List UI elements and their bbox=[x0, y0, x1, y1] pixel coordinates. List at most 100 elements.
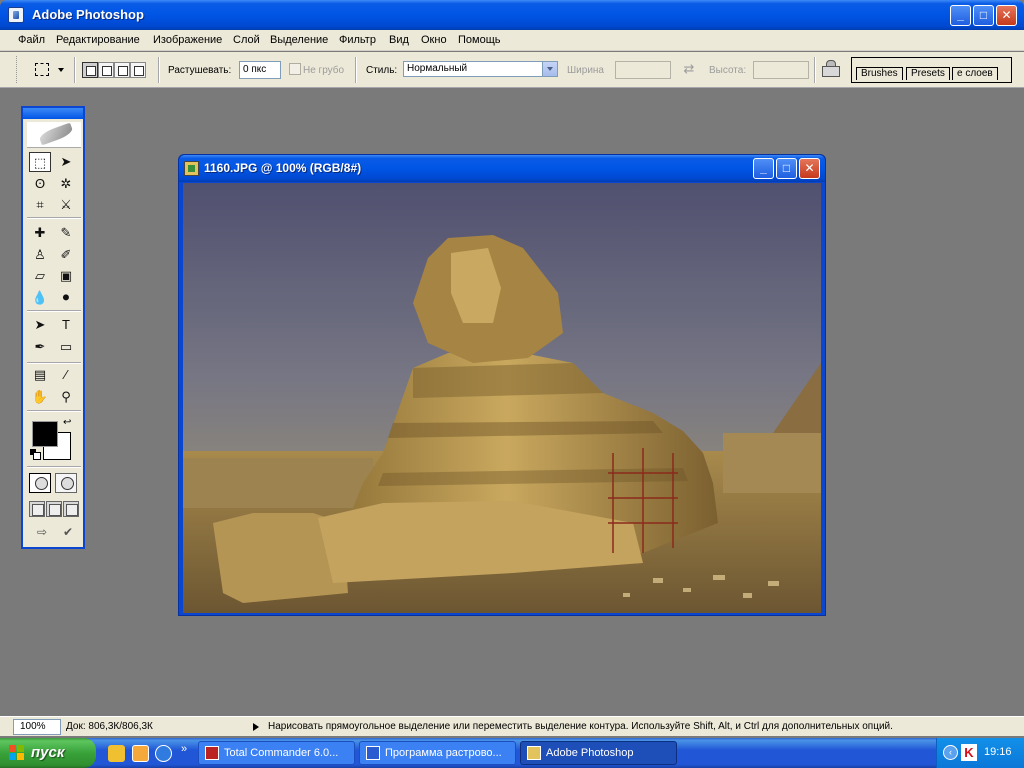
start-button[interactable]: пуск bbox=[0, 738, 96, 768]
tab-brushes[interactable]: Brushes bbox=[856, 67, 903, 80]
maximize-button[interactable]: □ bbox=[973, 5, 994, 26]
style-select[interactable]: Нормальный bbox=[403, 61, 558, 77]
menu-layer[interactable]: Слой bbox=[233, 34, 260, 46]
subtract-from-selection-button[interactable] bbox=[114, 62, 130, 78]
blur-tool[interactable]: 💧 bbox=[29, 288, 51, 308]
magic-wand-tool[interactable]: ✲ bbox=[55, 174, 77, 194]
zoom-tool[interactable]: ⚲ bbox=[55, 387, 77, 407]
document-info[interactable]: Док: 806,3К/806,3К bbox=[66, 721, 153, 732]
chevron-down-icon[interactable] bbox=[542, 62, 557, 76]
menu-file[interactable]: Файл bbox=[18, 34, 45, 46]
task-label: Total Commander 6.0... bbox=[224, 747, 339, 759]
quicklaunch-winamp-icon[interactable] bbox=[108, 745, 125, 762]
eyedropper-tool[interactable]: ⁄ bbox=[55, 365, 77, 385]
hand-tool[interactable]: ✋ bbox=[29, 387, 51, 407]
options-grip[interactable] bbox=[16, 56, 19, 83]
dodge-tool[interactable]: ⚫ bbox=[55, 288, 77, 308]
feather-input[interactable]: 0 пкс bbox=[239, 61, 281, 79]
healing-brush-tool[interactable]: ✚ bbox=[29, 223, 51, 243]
tool-preset-picker[interactable] bbox=[30, 60, 68, 80]
shape-tool[interactable]: ▭ bbox=[55, 337, 77, 357]
swap-colors-icon[interactable]: ↩ bbox=[63, 417, 71, 428]
antialias-checkbox[interactable] bbox=[289, 63, 301, 75]
taskbar: пуск » Total Commander 6.0... Программа … bbox=[0, 738, 1024, 768]
notes-tool[interactable]: ▤ bbox=[29, 365, 51, 385]
file-browser-icon[interactable] bbox=[820, 58, 842, 80]
style-label: Стиль: bbox=[366, 65, 398, 76]
quicklaunch-ie-icon[interactable] bbox=[155, 745, 172, 762]
crop-tool[interactable]: ⌗ bbox=[29, 195, 51, 215]
menu-bar: Файл Редактирование Изображение Слой Выд… bbox=[0, 30, 1024, 51]
lasso-tool[interactable]: ʘ bbox=[29, 174, 51, 194]
photoshop-app-icon[interactable] bbox=[8, 7, 24, 23]
standard-screen-mode-button[interactable] bbox=[29, 501, 45, 517]
task-word-document[interactable]: Программа растрово... bbox=[359, 741, 516, 765]
imageready-icon[interactable]: ✔ bbox=[55, 522, 81, 542]
menu-image[interactable]: Изображение bbox=[153, 34, 222, 46]
photoshop-task-icon bbox=[527, 746, 541, 760]
doc-maximize-button[interactable]: □ bbox=[776, 158, 797, 179]
toolbox: ⬚ ➤ ʘ ✲ ⌗ ⚔ ✚ ✎ ♙ ✐ ▱ ▣ 💧 ⚫ ➤ T ✒ ▭ ▤ ⁄ ✋ ⚲ ↩ ⇨ ✔ bbox=[21, 106, 85, 549]
standard-mode-button[interactable] bbox=[29, 473, 51, 493]
doc-close-button[interactable]: ✕ bbox=[799, 158, 820, 179]
menu-window[interactable]: Окно bbox=[421, 34, 447, 46]
new-selection-button[interactable] bbox=[82, 62, 98, 78]
jump-to-imageready-icon[interactable]: ⇨ bbox=[29, 522, 55, 542]
chevron-down-icon bbox=[58, 68, 64, 72]
slice-tool[interactable]: ⚔ bbox=[55, 195, 77, 215]
app-titlebar[interactable]: Adobe Photoshop _ □ ✕ bbox=[0, 0, 1024, 30]
antialias-label: Не грубо bbox=[303, 65, 345, 76]
menu-filter[interactable]: Фильтр bbox=[339, 34, 376, 46]
type-tool[interactable]: T bbox=[55, 315, 77, 335]
default-colors-icon[interactable] bbox=[30, 449, 41, 460]
photoshop-feather-logo[interactable] bbox=[27, 122, 81, 148]
full-screen-menu-mode-button[interactable] bbox=[46, 501, 62, 517]
task-photoshop[interactable]: Adobe Photoshop bbox=[520, 741, 677, 765]
document-window: 1160.JPG @ 100% (RGB/8#) _ □ ✕ bbox=[178, 154, 826, 616]
kaspersky-icon[interactable]: K bbox=[961, 744, 977, 761]
quicklaunch-more-icon[interactable]: » bbox=[181, 743, 187, 755]
history-brush-tool[interactable]: ✐ bbox=[55, 245, 77, 265]
menu-edit[interactable]: Редактирование bbox=[56, 34, 140, 46]
toolbox-titlebar[interactable] bbox=[23, 108, 83, 119]
move-tool[interactable]: ➤ bbox=[55, 152, 77, 172]
width-input[interactable] bbox=[615, 61, 671, 79]
doc-minimize-button[interactable]: _ bbox=[753, 158, 774, 179]
menu-view[interactable]: Вид bbox=[389, 34, 409, 46]
status-message: Нарисовать прямоугольное выделение или п… bbox=[268, 721, 893, 732]
palette-well: Brushes Presets е слоев bbox=[851, 57, 1012, 83]
full-screen-mode-button[interactable] bbox=[63, 501, 79, 517]
path-selection-tool[interactable]: ➤ bbox=[29, 315, 51, 335]
rect-marquee-tool[interactable]: ⬚ bbox=[29, 152, 51, 172]
task-total-commander[interactable]: Total Commander 6.0... bbox=[198, 741, 355, 765]
pen-tool[interactable]: ✒ bbox=[29, 337, 51, 357]
eraser-tool[interactable]: ▱ bbox=[29, 266, 51, 286]
task-label: Adobe Photoshop bbox=[546, 747, 634, 759]
word-doc-icon bbox=[366, 746, 380, 760]
brush-tool[interactable]: ✎ bbox=[55, 223, 77, 243]
gradient-tool[interactable]: ▣ bbox=[55, 266, 77, 286]
tab-tool-presets[interactable]: Presets bbox=[906, 67, 950, 80]
minimize-button[interactable]: _ bbox=[950, 5, 971, 26]
quicklaunch-media-icon[interactable] bbox=[132, 745, 149, 762]
clone-stamp-tool[interactable]: ♙ bbox=[29, 245, 51, 265]
tab-layer-comps[interactable]: е слоев bbox=[952, 67, 998, 80]
clock[interactable]: 19:16 bbox=[984, 746, 1012, 758]
selection-mode-group bbox=[82, 62, 148, 78]
foreground-color-swatch[interactable] bbox=[32, 421, 58, 447]
task-label: Программа растрово... bbox=[385, 747, 502, 759]
height-input[interactable] bbox=[753, 61, 809, 79]
quick-mask-button[interactable] bbox=[55, 473, 77, 493]
menu-help[interactable]: Помощь bbox=[458, 34, 501, 46]
document-titlebar[interactable]: 1160.JPG @ 100% (RGB/8#) _ □ ✕ bbox=[179, 155, 825, 182]
status-menu-arrow-icon[interactable] bbox=[253, 723, 259, 731]
swap-width-height-icon[interactable]: ⇄ bbox=[682, 62, 696, 76]
close-button[interactable]: ✕ bbox=[996, 5, 1017, 26]
intersect-selection-button[interactable] bbox=[130, 62, 146, 78]
style-select-value: Нормальный bbox=[407, 63, 468, 74]
tray-expand-icon[interactable]: ‹ bbox=[943, 745, 958, 760]
zoom-input[interactable]: 100% bbox=[13, 719, 61, 735]
menu-select[interactable]: Выделение bbox=[270, 34, 328, 46]
add-to-selection-button[interactable] bbox=[98, 62, 114, 78]
image-canvas[interactable] bbox=[183, 183, 821, 613]
